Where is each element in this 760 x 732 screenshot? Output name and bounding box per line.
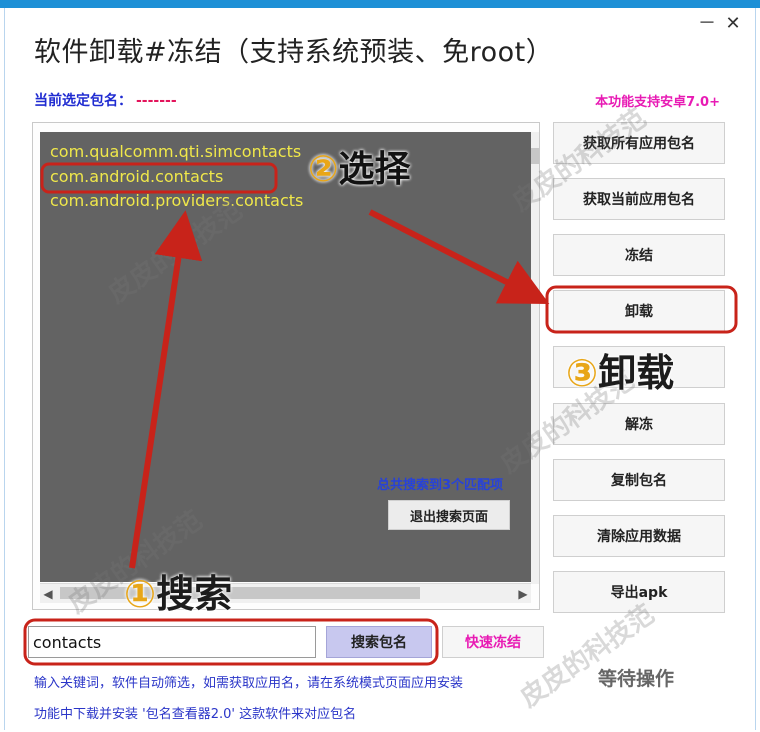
- list-item[interactable]: com.android.contacts: [50, 167, 223, 186]
- get-current-package-button[interactable]: 获取当前应用包名: [553, 178, 725, 220]
- window-accent-bar: [0, 0, 760, 8]
- clear-app-data-button[interactable]: 清除应用数据: [553, 515, 725, 557]
- list-item[interactable]: com.qualcomm.qti.simcontacts: [50, 142, 301, 161]
- selected-package-value: -------: [136, 93, 177, 109]
- package-list[interactable]: com.qualcomm.qti.simcontacts com.android…: [40, 132, 531, 582]
- horizontal-scrollbar[interactable]: ◀ ▶: [40, 583, 531, 603]
- quick-freeze-button[interactable]: 快速冻结: [442, 626, 544, 658]
- scroll-right-icon[interactable]: ▶: [515, 585, 531, 603]
- unfreeze-button[interactable]: 解冻: [553, 403, 725, 445]
- search-input[interactable]: [28, 626, 316, 658]
- step-1-search-annotation: ①搜索: [124, 563, 232, 618]
- scroll-left-icon[interactable]: ◀: [40, 585, 56, 603]
- search-package-button[interactable]: 搜索包名: [326, 626, 432, 658]
- copy-package-name-button[interactable]: 复制包名: [553, 459, 725, 501]
- step-3-text: 卸载: [598, 351, 675, 395]
- window-title: 软件卸载#冻结（支持系统预装、免root）: [34, 37, 554, 68]
- step-2-number: ②: [308, 149, 339, 190]
- hint-line-1: 输入关键词，软件自动筛选，如需获取应用名，请在系统模式页面应用安装: [34, 676, 464, 691]
- step-3-uninstall-annotation: ③卸载: [566, 342, 674, 397]
- hint-line-2: 功能中下载并安装 '包名查看器2.0' 这款软件来对应包名: [34, 707, 357, 722]
- vertical-scroll-thumb[interactable]: [531, 148, 539, 164]
- export-apk-button[interactable]: 导出apk: [553, 571, 725, 613]
- close-button[interactable]: ✕: [722, 14, 744, 34]
- step-2-select-annotation: ②选择: [308, 140, 411, 192]
- match-count-text: 总共搜索到3个匹配项: [376, 478, 503, 493]
- get-all-packages-button[interactable]: 获取所有应用包名: [553, 122, 725, 164]
- step-1-text: 搜索: [156, 572, 233, 616]
- exit-search-button[interactable]: 退出搜索页面: [388, 500, 510, 530]
- status-text: 等待操作: [598, 668, 675, 690]
- freeze-button[interactable]: 冻结: [553, 234, 725, 276]
- vertical-scrollbar[interactable]: [531, 132, 539, 584]
- step-2-text: 选择: [338, 149, 411, 190]
- minimize-button[interactable]: －: [696, 14, 718, 34]
- uninstall-button[interactable]: 卸载: [553, 290, 725, 332]
- list-item[interactable]: com.android.providers.contacts: [50, 191, 303, 210]
- android-support-note: 本功能支持安卓7.0+: [595, 95, 720, 110]
- horizontal-scroll-thumb[interactable]: [60, 587, 420, 599]
- step-1-number: ①: [124, 572, 157, 616]
- selected-package-row: 当前选定包名： -------: [34, 90, 177, 110]
- step-3-number: ③: [566, 351, 599, 395]
- selected-package-label: 当前选定包名：: [34, 93, 132, 109]
